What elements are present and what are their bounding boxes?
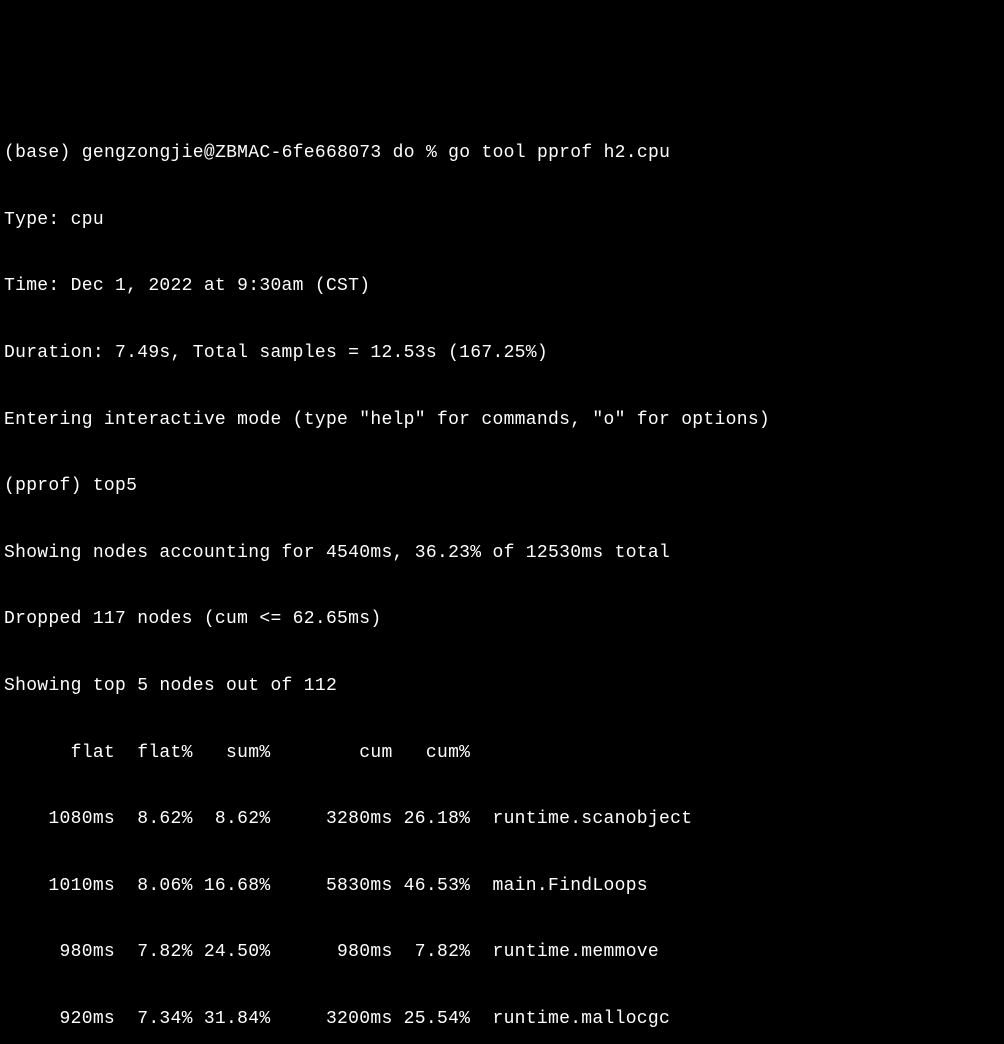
duration-line: Duration: 7.49s, Total samples = 12.53s … bbox=[4, 337, 1000, 370]
host: ZBMAC-6fe668073 bbox=[215, 143, 382, 163]
table-row: 1080ms 8.62% 8.62% 3280ms 26.18% runtime… bbox=[4, 803, 1000, 836]
dropped-line: Dropped 117 nodes (cum <= 62.65ms) bbox=[4, 603, 1000, 636]
mode-line: Entering interactive mode (type "help" f… bbox=[4, 404, 1000, 437]
top-line: Showing top 5 nodes out of 112 bbox=[4, 670, 1000, 703]
table-row: 920ms 7.34% 31.84% 3200ms 25.54% runtime… bbox=[4, 1003, 1000, 1036]
table-row: 1010ms 8.06% 16.68% 5830ms 46.53% main.F… bbox=[4, 870, 1000, 903]
type-line: Type: cpu bbox=[4, 204, 1000, 237]
cwd: do bbox=[393, 143, 415, 163]
user: gengzongjie bbox=[82, 143, 204, 163]
prompt-sep: % bbox=[426, 143, 437, 163]
time-line: Time: Dec 1, 2022 at 9:30am (CST) bbox=[4, 270, 1000, 303]
table-row: 980ms 7.82% 24.50% 980ms 7.82% runtime.m… bbox=[4, 936, 1000, 969]
shell-prompt-line: (base) gengzongjie@ZBMAC-6fe668073 do % … bbox=[4, 137, 1000, 170]
showing-line: Showing nodes accounting for 4540ms, 36.… bbox=[4, 537, 1000, 570]
command-text[interactable]: go tool pprof h2.cpu bbox=[448, 143, 670, 163]
table-header: flat flat% sum% cum cum% bbox=[4, 737, 1000, 770]
env-tag: (base) bbox=[4, 143, 71, 163]
pprof-prompt[interactable]: (pprof) top5 bbox=[4, 470, 1000, 503]
